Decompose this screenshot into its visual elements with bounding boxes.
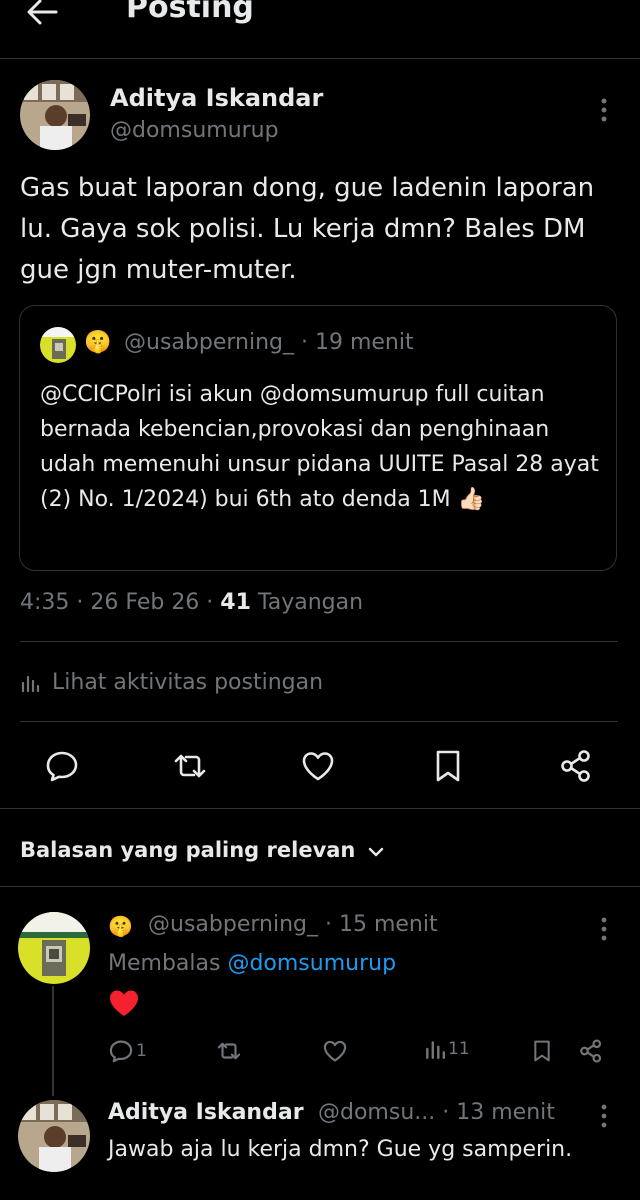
share-button[interactable] (578, 1038, 604, 1064)
repost-icon (216, 1038, 242, 1064)
reply-count: 1 (136, 1041, 147, 1061)
thread-line (52, 986, 54, 1096)
bookmark-icon (530, 1038, 554, 1064)
divider (0, 886, 640, 887)
post-timestamp: 4:35 · 26 Feb 26 · (20, 590, 221, 615)
more-options-icon[interactable] (594, 1103, 614, 1129)
views-count: 11 (448, 1039, 470, 1059)
reply-author-name[interactable]: Aditya Iskandar (108, 1100, 304, 1125)
repost-icon[interactable] (172, 748, 208, 784)
like-icon[interactable] (300, 748, 336, 784)
reply-icon[interactable] (44, 748, 80, 784)
reply-handle-text[interactable]: @domsu... (318, 1100, 435, 1125)
views-label: Tayangan (250, 590, 364, 615)
replying-to: Membalas @domsumurup (108, 951, 396, 976)
share-icon[interactable] (558, 748, 594, 784)
reply-count-button[interactable]: 1 (108, 1038, 147, 1064)
quote-handle-text: @usabperning_ (124, 330, 294, 355)
bookmark-button[interactable] (530, 1038, 554, 1064)
author-avatar[interactable] (20, 80, 90, 150)
share-icon (578, 1038, 604, 1064)
post-meta: 4:35 · 26 Feb 26 · 41 Tayangan (20, 590, 363, 615)
like-button[interactable] (322, 1038, 348, 1064)
reply-time: · 15 menit (324, 912, 438, 937)
analytics-icon (424, 1038, 446, 1060)
analytics-icon (20, 673, 40, 693)
bookmark-icon[interactable] (430, 748, 466, 784)
replying-to-link[interactable]: @domsumurup (227, 951, 396, 976)
quote-avatar (40, 327, 76, 363)
divider (20, 721, 618, 722)
views-button[interactable]: 11 (424, 1038, 470, 1060)
reply-icon (108, 1038, 134, 1064)
divider (20, 641, 618, 642)
shushing-face-emoji: 🤫 (108, 914, 133, 938)
quote-time: · 19 menit (300, 330, 414, 355)
reply-avatar[interactable] (18, 912, 90, 984)
view-activity-label: Lihat aktivitas postingan (52, 670, 324, 695)
more-options-icon[interactable] (594, 96, 614, 124)
like-icon (322, 1038, 348, 1064)
replies-sort-label[interactable]: Balasan yang paling relevan (20, 838, 355, 862)
shushing-face-emoji: 🤫 (84, 330, 112, 355)
reply-handle-text[interactable]: @usabperning_ (148, 912, 318, 937)
back-arrow-icon[interactable] (22, 0, 62, 30)
quote-handle: @usabperning_ · 19 menit (124, 330, 414, 355)
views-count: 41 (220, 590, 251, 615)
quote-text: @CCICPolri isi akun @domsumurup full cui… (40, 382, 599, 512)
reply-handle: @domsu... · 13 menit (318, 1100, 555, 1125)
view-activity-link[interactable]: Lihat aktivitas postingan (20, 670, 323, 695)
author-handle[interactable]: @domsumurup (110, 118, 279, 143)
reply-text: Jawab aja lu kerja dmn? Gue yg samperin. (108, 1137, 573, 1162)
chevron-down-icon[interactable] (366, 844, 386, 860)
replying-prefix: Membalas (108, 951, 228, 976)
divider (0, 808, 640, 809)
more-options-icon[interactable] (594, 916, 614, 942)
repost-button[interactable] (216, 1038, 242, 1064)
reply-handle: @usabperning_ · 15 menit (148, 912, 438, 937)
reply-avatar[interactable] (18, 1100, 90, 1172)
red-heart-emoji (108, 988, 140, 1018)
reply-time: · 13 menit (442, 1100, 555, 1125)
post-text: Gas buat laporan dong, gue ladenin lapor… (20, 173, 595, 285)
author-name[interactable]: Aditya Iskandar (110, 84, 323, 112)
header-divider (0, 58, 640, 59)
page-title: Posting (126, 0, 254, 25)
